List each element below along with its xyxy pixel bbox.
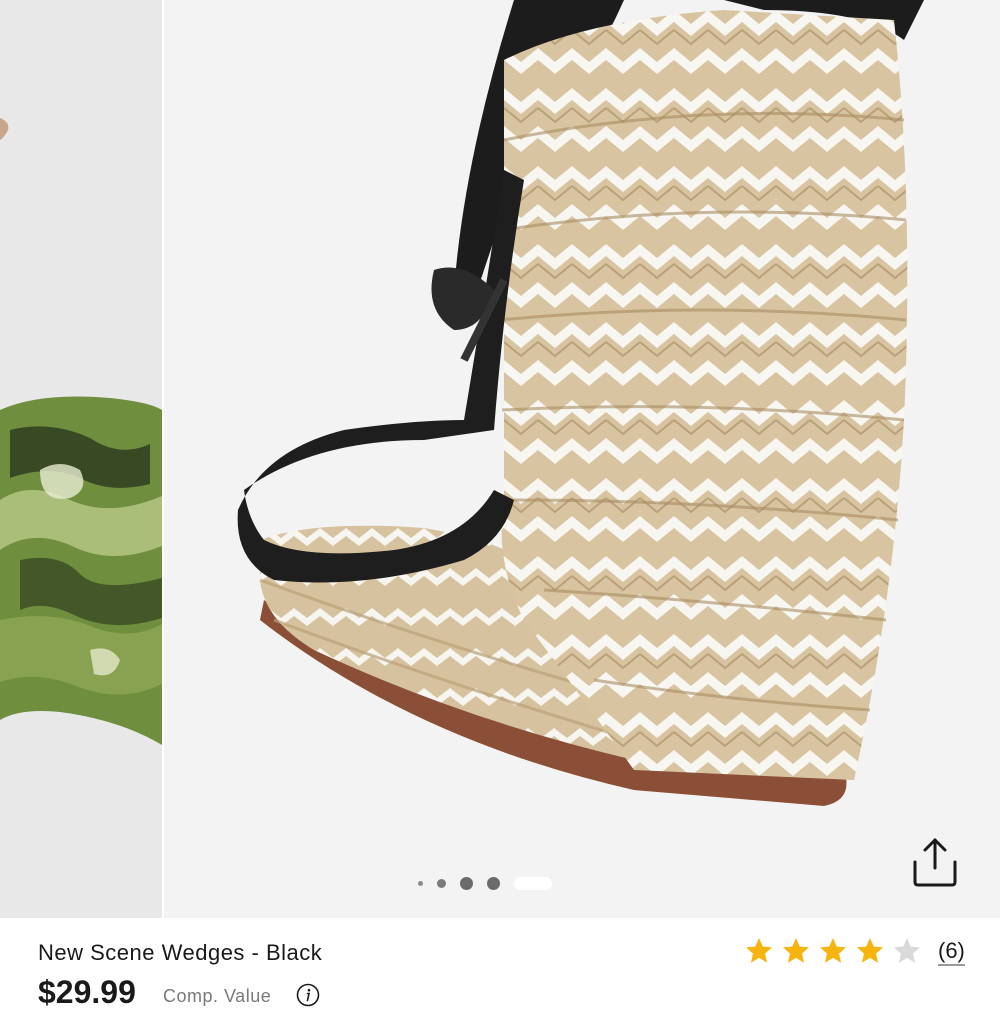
star-filled-icon bbox=[783, 938, 809, 963]
star-filled-icon bbox=[820, 938, 846, 963]
star-empty-icon bbox=[894, 938, 920, 963]
gallery-image-previous[interactable] bbox=[0, 0, 162, 918]
rating-stars bbox=[744, 936, 929, 966]
carousel-dots[interactable] bbox=[418, 874, 552, 892]
wedge-shoe-photo bbox=[164, 0, 1000, 918]
product-image-gallery[interactable] bbox=[0, 0, 1000, 918]
product-rating[interactable]: (6) bbox=[744, 936, 965, 966]
info-icon[interactable] bbox=[296, 983, 320, 1007]
carousel-dot[interactable] bbox=[437, 878, 446, 888]
star-filled-icon bbox=[857, 938, 883, 963]
comp-value-label: Comp. Value bbox=[163, 986, 272, 1006]
gallery-image-current[interactable] bbox=[164, 0, 1000, 918]
share-icon bbox=[913, 838, 957, 887]
carousel-dot[interactable] bbox=[418, 880, 423, 886]
share-button[interactable] bbox=[906, 832, 964, 890]
carousel-dot-active[interactable] bbox=[514, 876, 552, 890]
review-count-link[interactable]: (6) bbox=[938, 938, 965, 964]
product-price: $29.99 bbox=[38, 974, 136, 1010]
star-filled-icon bbox=[746, 938, 772, 963]
carousel-dot[interactable] bbox=[487, 876, 500, 890]
dress-photo bbox=[0, 0, 162, 918]
product-title: New Scene Wedges - Black bbox=[38, 940, 323, 965]
carousel-dot[interactable] bbox=[460, 876, 473, 890]
